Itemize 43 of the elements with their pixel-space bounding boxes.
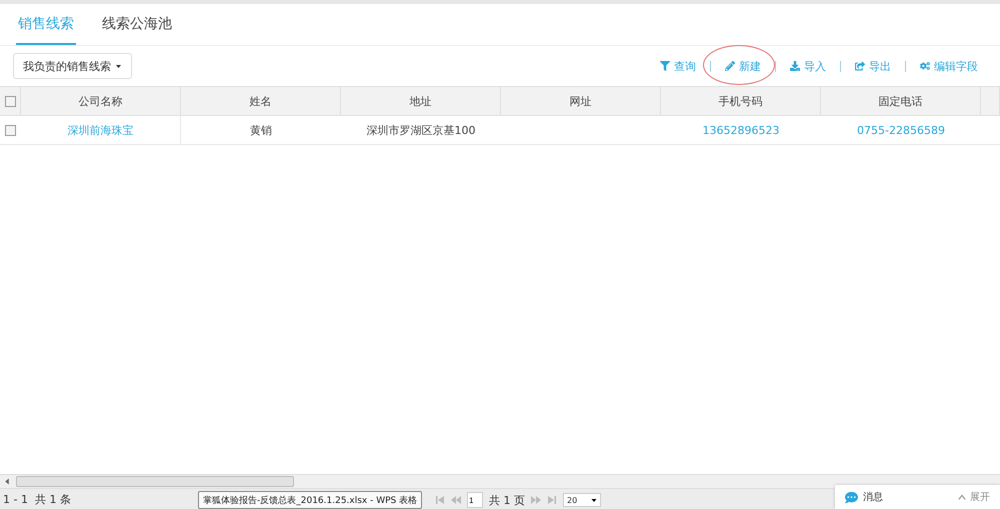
filter-icon <box>660 61 670 71</box>
column-header: 公司名称 <box>78 94 122 108</box>
toolbar-link[interactable]: 导入 <box>782 54 834 78</box>
export-icon <box>855 61 865 71</box>
column-header: 固定电话 <box>878 94 922 108</box>
page-input[interactable]: 1 <box>467 492 483 508</box>
toolbar-link[interactable]: 新建 <box>717 54 769 78</box>
column-header: 地址 <box>410 94 432 108</box>
toolbar-link[interactable]: 导出 <box>847 54 899 78</box>
next-page-icon[interactable] <box>531 496 541 504</box>
caret-icon <box>115 64 122 68</box>
tooltip: 掌狐体验报告-反馈总表_2016.1.25.xlsx - WPS 表格 <box>198 491 422 509</box>
expand-toggle[interactable]: 展开 <box>970 490 990 504</box>
table-link[interactable]: 0755-22856589 <box>857 124 945 136</box>
toolbar-link[interactable]: 编辑字段 <box>912 54 986 78</box>
prev-page-icon[interactable] <box>451 496 461 504</box>
column-header: 网址 <box>570 94 592 108</box>
page-size-select[interactable]: 20 <box>563 493 601 507</box>
scroll-left-icon <box>4 478 10 485</box>
chevron-up-icon <box>957 493 967 501</box>
record-count: 1 - 1 共 1 条 <box>3 492 71 506</box>
page-total: 共 1 页 <box>489 492 525 508</box>
download-icon <box>790 61 800 71</box>
tab[interactable]: 线索公海池 <box>100 4 174 45</box>
column-header: 姓名 <box>250 94 272 108</box>
gears-icon <box>920 61 930 71</box>
checkbox[interactable] <box>4 96 16 106</box>
tab[interactable]: 销售线索 <box>16 4 76 45</box>
scrollbar-thumb[interactable] <box>16 476 294 487</box>
chat-icon <box>845 490 858 504</box>
table-link[interactable]: 深圳前海珠宝 <box>68 122 134 138</box>
filter-dropdown[interactable]: 我负责的销售线索 <box>13 53 132 79</box>
table-link[interactable]: 13652896523 <box>702 124 780 136</box>
checkbox[interactable] <box>5 124 16 136</box>
toolbar-link[interactable]: 查询 <box>652 54 704 78</box>
caret-icon <box>591 498 597 502</box>
table-cell: 黄销 <box>250 122 272 138</box>
last-page-icon[interactable] <box>547 496 557 504</box>
table-cell: 深圳市罗湖区京基100 <box>366 122 476 138</box>
column-header: 手机号码 <box>718 94 762 108</box>
first-page-icon[interactable] <box>435 496 445 504</box>
pencil-icon <box>725 61 735 71</box>
message-title: 消息 <box>863 490 883 504</box>
